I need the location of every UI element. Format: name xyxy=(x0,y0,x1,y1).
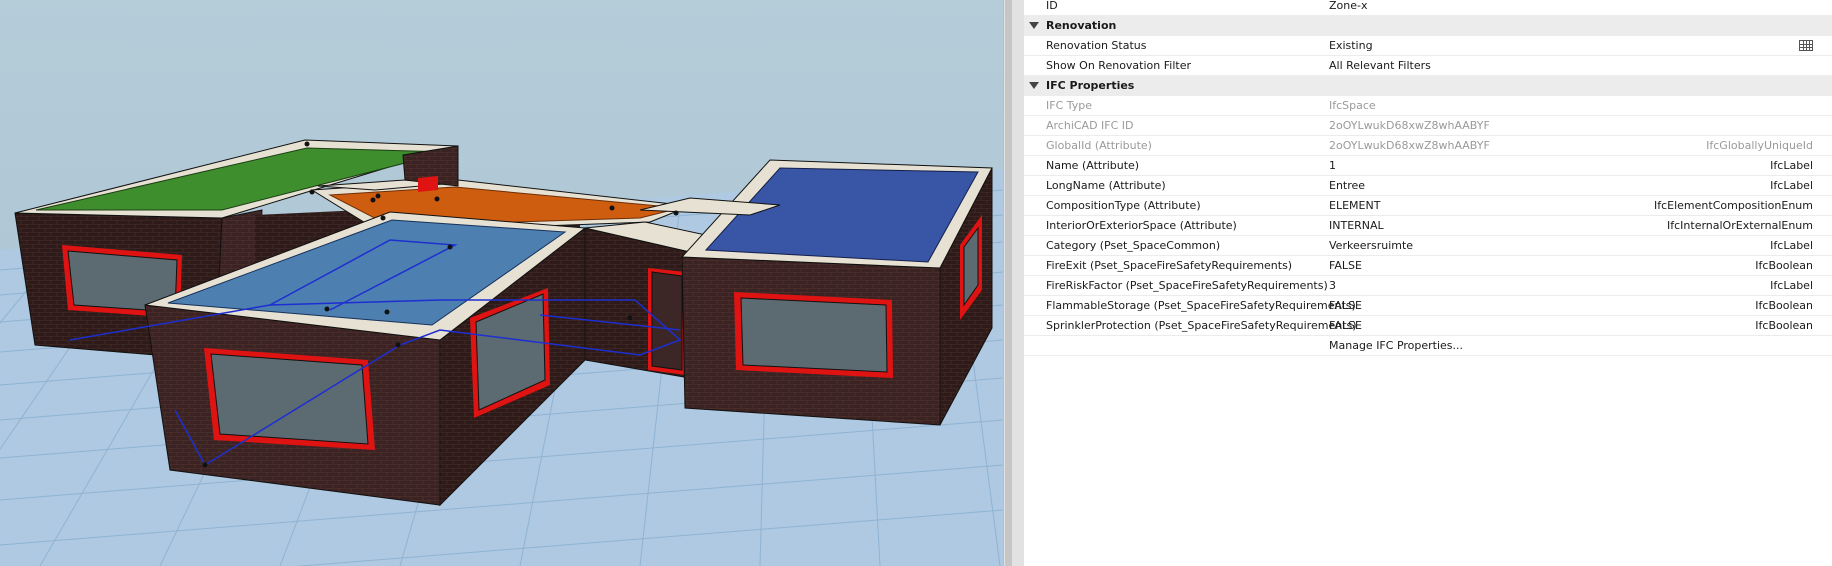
triangle-down-icon[interactable] xyxy=(1029,22,1039,29)
grid-picker-icon[interactable] xyxy=(1799,40,1813,51)
property-label: ArchiCAD IFC ID xyxy=(1046,119,1134,132)
building-right-wing xyxy=(639,159,993,426)
property-label: LongName (Attribute) xyxy=(1046,179,1166,192)
property-value: IfcSpace xyxy=(1329,99,1376,112)
property-label: ID xyxy=(1046,0,1058,12)
ifc-property-row[interactable]: ArchiCAD IFC ID 2oOYLwukD68xwZ8whAABYF xyxy=(1024,116,1832,136)
manage-ifc-properties-button[interactable]: Manage IFC Properties... xyxy=(1329,339,1463,352)
group-ifc-properties[interactable]: IFC Properties xyxy=(1024,76,1832,96)
property-label: SprinklerProtection (Pset_SpaceFireSafet… xyxy=(1046,319,1357,332)
property-type: IfcLabel xyxy=(1770,239,1813,252)
property-type: IfcLabel xyxy=(1770,159,1813,172)
property-type: IfcBoolean xyxy=(1755,259,1813,272)
property-value: 2oOYLwukD68xwZ8whAABYF xyxy=(1329,139,1490,152)
ifc-property-row[interactable]: IFC Type IfcSpace xyxy=(1024,96,1832,116)
property-value[interactable]: Zone-x xyxy=(1329,0,1367,12)
property-value[interactable]: FALSE xyxy=(1329,319,1362,332)
ifc-property-row[interactable]: LongName (Attribute) Entree IfcLabel xyxy=(1024,176,1832,196)
property-row-id[interactable]: ID Zone-x xyxy=(1024,0,1832,16)
property-label: InteriorOrExteriorSpace (Attribute) xyxy=(1046,219,1237,232)
property-value[interactable]: 1 xyxy=(1329,159,1336,172)
property-type: IfcLabel xyxy=(1770,179,1813,192)
property-type: IfcInternalOrExternalEnum xyxy=(1667,219,1813,232)
manage-ifc-properties-row[interactable]: Manage IFC Properties... xyxy=(1024,336,1832,356)
property-value[interactable]: 3 xyxy=(1329,279,1336,292)
property-label: FireRiskFactor (Pset_SpaceFireSafetyRequ… xyxy=(1046,279,1328,292)
ifc-property-row[interactable]: Name (Attribute) 1 IfcLabel xyxy=(1024,156,1832,176)
splitter-grip[interactable] xyxy=(1005,0,1012,566)
property-value[interactable]: Entree xyxy=(1329,179,1365,192)
property-label: Show On Renovation Filter xyxy=(1046,59,1191,72)
building-model-3d[interactable] xyxy=(0,0,1003,566)
property-row-renovation-status[interactable]: Renovation Status Existing xyxy=(1024,36,1832,56)
ifc-property-panel: ID Zone-x Renovation Renovation Status E… xyxy=(1024,0,1832,566)
ifc-property-row[interactable]: Category (Pset_SpaceCommon) Verkeersruimt… xyxy=(1024,236,1832,256)
property-type: IfcElementCompositionEnum xyxy=(1653,199,1813,212)
property-label: FlammableStorage (Pset_SpaceFireSafetyRe… xyxy=(1046,299,1356,312)
property-label: Renovation Status xyxy=(1046,39,1147,52)
property-value[interactable]: FALSE xyxy=(1329,259,1362,272)
ifc-property-row[interactable]: FireExit (Pset_SpaceFireSafetyRequiremen… xyxy=(1024,256,1832,276)
panel-splitter[interactable] xyxy=(1003,0,1025,566)
group-title: IFC Properties xyxy=(1046,79,1135,92)
triangle-down-icon[interactable] xyxy=(1029,82,1039,89)
property-label: IFC Type xyxy=(1046,99,1093,112)
ifc-property-row[interactable]: GlobalId (Attribute) 2oOYLwukD68xwZ8whAAB… xyxy=(1024,136,1832,156)
group-title: Renovation xyxy=(1046,19,1117,32)
property-label: CompositionType (Attribute) xyxy=(1046,199,1201,212)
property-label: FireExit (Pset_SpaceFireSafetyRequiremen… xyxy=(1046,259,1293,272)
property-value[interactable]: ELEMENT xyxy=(1329,199,1380,212)
property-value[interactable]: FALSE xyxy=(1329,299,1362,312)
property-row-renovation-filter[interactable]: Show On Renovation Filter All Relevant F… xyxy=(1024,56,1832,76)
property-value[interactable]: Existing xyxy=(1329,39,1373,52)
3d-viewport[interactable] xyxy=(0,0,1003,566)
ifc-property-row[interactable]: FlammableStorage (Pset_SpaceFireSafetyRe… xyxy=(1024,296,1832,316)
property-label: GlobalId (Attribute) xyxy=(1046,139,1152,152)
ifc-property-row[interactable]: FireRiskFactor (Pset_SpaceFireSafetyRequ… xyxy=(1024,276,1832,296)
property-label: Name (Attribute) xyxy=(1046,159,1140,172)
property-value: 2oOYLwukD68xwZ8whAABYF xyxy=(1329,119,1490,132)
property-type: IfcBoolean xyxy=(1755,299,1813,312)
ifc-property-row[interactable]: SprinklerProtection (Pset_SpaceFireSafet… xyxy=(1024,316,1832,336)
ifc-property-row[interactable]: CompositionType (Attribute) ELEMENT IfcEle… xyxy=(1024,196,1832,216)
property-value[interactable]: All Relevant Filters xyxy=(1329,59,1431,72)
property-type: IfcLabel xyxy=(1770,279,1813,292)
ifc-property-row[interactable]: InteriorOrExteriorSpace (Attribute) INTER… xyxy=(1024,216,1832,236)
property-label: Category (Pset_SpaceCommon) xyxy=(1046,239,1221,252)
property-value[interactable]: Verkeersruimte xyxy=(1329,239,1413,252)
property-value[interactable]: INTERNAL xyxy=(1329,219,1384,232)
property-type: IfcGloballyUniqueId xyxy=(1706,139,1813,152)
property-type: IfcBoolean xyxy=(1755,319,1813,332)
group-renovation[interactable]: Renovation xyxy=(1024,16,1832,36)
